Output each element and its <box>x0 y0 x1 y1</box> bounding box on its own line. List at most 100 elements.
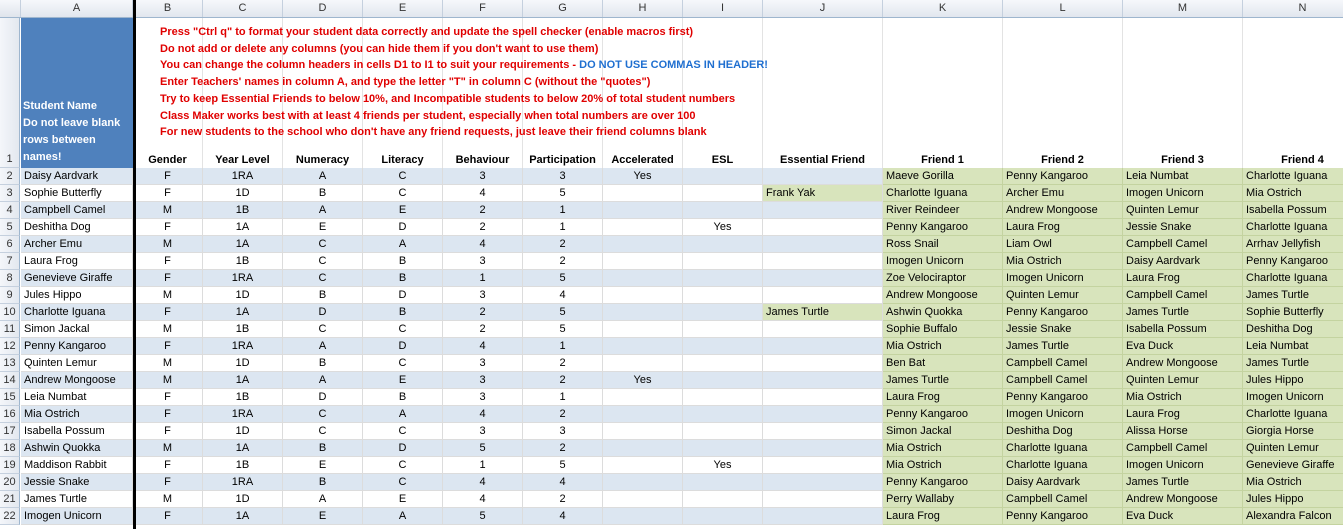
friend-4-cell[interactable]: Deshitha Dog <box>1243 321 1343 338</box>
literacy-cell[interactable]: D <box>363 219 443 236</box>
column-header-f[interactable]: F <box>443 0 523 17</box>
column-header-n[interactable]: N <box>1243 0 1343 17</box>
friend-1-cell[interactable]: Ashwin Quokka <box>883 304 1003 321</box>
participation-cell[interactable]: 2 <box>523 372 603 389</box>
row-header[interactable]: 5 <box>0 219 20 236</box>
column-header-e[interactable]: E <box>363 0 443 17</box>
literacy-cell[interactable]: C <box>363 168 443 185</box>
behaviour-cell[interactable]: 3 <box>443 389 523 406</box>
literacy-cell[interactable]: B <box>363 253 443 270</box>
participation-cell[interactable]: 2 <box>523 355 603 372</box>
gender-cell[interactable]: M <box>133 236 203 253</box>
gender-cell[interactable]: M <box>133 491 203 508</box>
gender-cell[interactable]: F <box>133 474 203 491</box>
literacy-cell[interactable]: C <box>363 355 443 372</box>
column-header-j[interactable]: J <box>763 0 883 17</box>
esl-cell[interactable] <box>683 440 763 457</box>
friend-3-cell[interactable]: Laura Frog <box>1123 270 1243 287</box>
friend-1-cell[interactable]: Zoe Velociraptor <box>883 270 1003 287</box>
esl-cell[interactable] <box>683 202 763 219</box>
participation-cell[interactable]: 5 <box>523 321 603 338</box>
accelerated-cell[interactable] <box>603 202 683 219</box>
friend-3-cell[interactable]: Imogen Unicorn <box>1123 457 1243 474</box>
friend-1-cell[interactable]: James Turtle <box>883 372 1003 389</box>
essential-friend-cell[interactable] <box>763 457 883 474</box>
friend-3-cell[interactable]: Eva Duck <box>1123 508 1243 525</box>
literacy-cell[interactable]: E <box>363 202 443 219</box>
essential-friend-cell[interactable] <box>763 372 883 389</box>
esl-cell[interactable] <box>683 338 763 355</box>
friend-2-cell[interactable]: Quinten Lemur <box>1003 287 1123 304</box>
friend-4-cell[interactable]: Charlotte Iguana <box>1243 270 1343 287</box>
friend-3-cell[interactable]: Quinten Lemur <box>1123 372 1243 389</box>
participation-cell[interactable]: 3 <box>523 423 603 440</box>
numeracy-cell[interactable]: A <box>283 372 363 389</box>
essential-friend-cell[interactable]: Frank Yak <box>763 185 883 202</box>
friend-1-cell[interactable]: Mia Ostrich <box>883 457 1003 474</box>
numeracy-cell[interactable]: C <box>283 406 363 423</box>
numeracy-cell[interactable]: A <box>283 491 363 508</box>
student-name-cell[interactable]: Andrew Mongoose <box>21 372 133 389</box>
friend-1-cell[interactable]: Mia Ostrich <box>883 440 1003 457</box>
esl-cell[interactable] <box>683 236 763 253</box>
participation-cell[interactable]: 3 <box>523 168 603 185</box>
column-header-h[interactable]: H <box>603 0 683 17</box>
participation-cell[interactable]: 4 <box>523 474 603 491</box>
numeracy-cell[interactable]: E <box>283 508 363 525</box>
behaviour-cell[interactable]: 1 <box>443 457 523 474</box>
gender-cell[interactable]: F <box>133 338 203 355</box>
friend-3-cell[interactable]: Quinten Lemur <box>1123 202 1243 219</box>
friend-1-cell[interactable]: Mia Ostrich <box>883 338 1003 355</box>
year-level-cell[interactable]: 1B <box>203 202 283 219</box>
friend-2-cell[interactable]: Laura Frog <box>1003 219 1123 236</box>
participation-cell[interactable]: 1 <box>523 338 603 355</box>
friend-4-cell[interactable]: Genevieve Giraffe <box>1243 457 1343 474</box>
column-header-b[interactable]: B <box>133 0 203 17</box>
header-essential-friend[interactable]: Essential Friend <box>763 18 883 168</box>
gender-cell[interactable]: F <box>133 406 203 423</box>
student-name-header-cell[interactable]: Student Name Do not leave blank rows betwe… <box>21 18 133 168</box>
accelerated-cell[interactable] <box>603 491 683 508</box>
friend-4-cell[interactable]: Mia Ostrich <box>1243 474 1343 491</box>
participation-cell[interactable]: 1 <box>523 389 603 406</box>
year-level-cell[interactable]: 1B <box>203 321 283 338</box>
friend-4-cell[interactable]: Giorgia Horse <box>1243 423 1343 440</box>
year-level-cell[interactable]: 1A <box>203 236 283 253</box>
esl-cell[interactable] <box>683 474 763 491</box>
behaviour-cell[interactable]: 1 <box>443 270 523 287</box>
essential-friend-cell[interactable] <box>763 389 883 406</box>
friend-1-cell[interactable]: Ben Bat <box>883 355 1003 372</box>
friend-2-cell[interactable]: Penny Kangaroo <box>1003 168 1123 185</box>
student-name-cell[interactable]: Ashwin Quokka <box>21 440 133 457</box>
numeracy-cell[interactable]: C <box>283 321 363 338</box>
friend-1-cell[interactable]: Penny Kangaroo <box>883 406 1003 423</box>
gender-cell[interactable]: F <box>133 389 203 406</box>
year-level-cell[interactable]: 1RA <box>203 270 283 287</box>
friend-2-cell[interactable]: Archer Emu <box>1003 185 1123 202</box>
year-level-cell[interactable]: 1D <box>203 185 283 202</box>
year-level-cell[interactable]: 1RA <box>203 168 283 185</box>
esl-cell[interactable] <box>683 372 763 389</box>
behaviour-cell[interactable]: 3 <box>443 355 523 372</box>
accelerated-cell[interactable] <box>603 389 683 406</box>
student-name-cell[interactable]: James Turtle <box>21 491 133 508</box>
literacy-cell[interactable]: E <box>363 372 443 389</box>
behaviour-cell[interactable]: 5 <box>443 440 523 457</box>
accelerated-cell[interactable] <box>603 321 683 338</box>
column-header-g[interactable]: G <box>523 0 603 17</box>
friend-1-cell[interactable]: Charlotte Iguana <box>883 185 1003 202</box>
behaviour-cell[interactable]: 3 <box>443 423 523 440</box>
behaviour-cell[interactable]: 4 <box>443 338 523 355</box>
accelerated-cell[interactable] <box>603 406 683 423</box>
friend-4-cell[interactable]: Charlotte Iguana <box>1243 168 1343 185</box>
select-all-corner[interactable] <box>0 0 21 17</box>
friend-3-cell[interactable]: James Turtle <box>1123 304 1243 321</box>
friend-3-cell[interactable]: Eva Duck <box>1123 338 1243 355</box>
student-name-cell[interactable]: Quinten Lemur <box>21 355 133 372</box>
accelerated-cell[interactable] <box>603 270 683 287</box>
gender-cell[interactable]: F <box>133 423 203 440</box>
student-name-cell[interactable]: Charlotte Iguana <box>21 304 133 321</box>
year-level-cell[interactable]: 1B <box>203 389 283 406</box>
friend-4-cell[interactable]: Leia Numbat <box>1243 338 1343 355</box>
column-header-a[interactable]: A <box>21 0 133 17</box>
